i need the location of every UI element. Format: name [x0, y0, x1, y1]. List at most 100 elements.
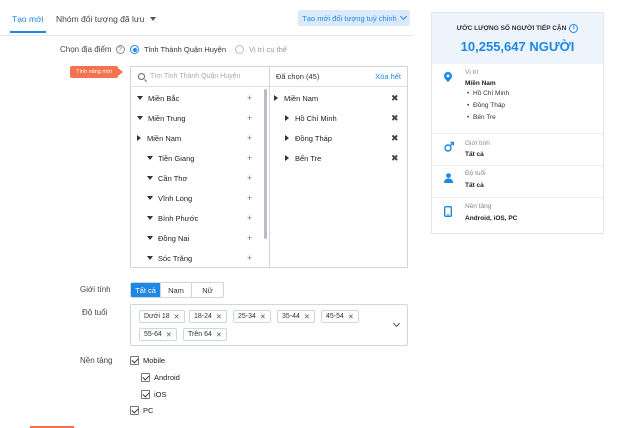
caret-down-icon: [147, 256, 153, 260]
add-icon[interactable]: +: [247, 93, 252, 103]
selected-item-label: Bến Tre: [295, 153, 322, 163]
remove-icon[interactable]: ✖: [391, 153, 399, 164]
add-icon[interactable]: +: [247, 173, 252, 183]
caret-down-icon: [147, 216, 153, 220]
add-icon[interactable]: +: [247, 113, 252, 123]
create-custom-audience-button[interactable]: Tạo mới đối tượng tuỳ chỉnh: [298, 10, 410, 26]
help-icon[interactable]: ?: [115, 45, 125, 55]
clear-all-link[interactable]: Xóa hết: [375, 72, 401, 81]
age-label: Độ tuổi: [82, 308, 108, 317]
add-icon[interactable]: +: [247, 213, 252, 223]
age-chip-label: 55-64: [144, 331, 162, 338]
caret-down-icon: [137, 116, 143, 120]
checkbox-pc[interactable]: PC: [130, 406, 153, 415]
gender-option-all[interactable]: Tất cả: [131, 283, 161, 297]
add-icon[interactable]: +: [247, 233, 252, 243]
age-chip: 18-24 ✕: [189, 310, 227, 323]
close-icon[interactable]: ✕: [166, 331, 172, 339]
checkbox-checked-icon: [130, 356, 139, 365]
tree-item[interactable]: Miền Nam: [137, 128, 181, 148]
checkbox-mobile-label: Mobile: [143, 356, 166, 365]
selected-header: Đã chọn (45) Xóa hết: [270, 67, 407, 87]
tree-item[interactable]: Bình Phước: [147, 208, 198, 228]
selected-item[interactable]: Hồ Chí Minh: [285, 108, 337, 128]
gender-option-female[interactable]: Nữ: [192, 283, 223, 297]
checkbox-ios[interactable]: iOS: [141, 390, 167, 399]
age-chip-label: 18-24: [194, 313, 212, 320]
summary-location-value: Miền Nam: [465, 80, 496, 87]
mobile-device-icon: [444, 206, 452, 217]
radio-exact-location[interactable]: Vị trí cụ thể: [235, 45, 287, 54]
summary-gender-value: Tất cả: [465, 151, 484, 158]
reach-title-row: ƯỚC LƯỢNG SỐ NGƯỜI TIẾP CẬN i: [457, 24, 579, 33]
checkbox-checked-icon: [130, 406, 139, 415]
selected-count: Đã chọn (45): [276, 72, 320, 81]
info-icon[interactable]: i: [569, 24, 579, 33]
age-chip: 25-34 ✕: [233, 310, 271, 323]
divider: [432, 197, 603, 198]
age-chip-label: Trên 64: [188, 331, 212, 338]
tab-new[interactable]: Tạo mới: [10, 14, 46, 33]
caret-down-icon: [147, 156, 153, 160]
location-search[interactable]: Tìm Tỉnh Thành Quận Huyện: [131, 67, 269, 87]
tab-saved-groups[interactable]: Nhóm đối tượng đã lưu: [56, 14, 157, 24]
selected-item[interactable]: Đồng Tháp: [285, 128, 332, 148]
age-chip-label: 25-34: [238, 313, 256, 320]
caret-down-icon: [137, 96, 143, 100]
add-icon[interactable]: +: [247, 153, 252, 163]
tree-item-label: Tiền Giang: [158, 153, 195, 163]
tree-item[interactable]: Tiền Giang: [147, 148, 194, 168]
divider: [432, 165, 603, 166]
remove-icon[interactable]: ✖: [391, 93, 399, 104]
chevron-down-icon: [399, 12, 407, 21]
tree-item[interactable]: Miền Trung: [137, 108, 186, 128]
checkbox-checked-icon: [141, 390, 150, 399]
add-icon[interactable]: +: [247, 253, 252, 263]
close-icon[interactable]: ✕: [216, 331, 222, 339]
checkbox-pc-label: PC: [143, 406, 154, 415]
gender-option-male[interactable]: Nam: [161, 283, 192, 297]
summary-location-label: Vị trí: [465, 69, 479, 76]
close-icon[interactable]: ✕: [304, 313, 310, 321]
summary-gender-label: Giới tính: [465, 140, 490, 147]
checkbox-ios-label: iOS: [154, 390, 167, 399]
search-icon: [138, 73, 145, 80]
remove-icon[interactable]: ✖: [391, 113, 399, 124]
selected-item[interactable]: Bến Tre: [285, 148, 321, 168]
close-icon[interactable]: ✕: [348, 313, 354, 321]
close-icon[interactable]: ✕: [260, 313, 266, 321]
add-icon[interactable]: +: [247, 193, 252, 203]
reach-value: 10,255,647 NGƯỜI: [460, 39, 575, 54]
tree-item[interactable]: Cần Thơ: [147, 168, 187, 188]
location-search-placeholder: Tìm Tỉnh Thành Quận Huyện: [150, 73, 241, 80]
chevron-down-icon[interactable]: [392, 319, 401, 328]
caret-down-icon: [147, 196, 153, 200]
tree-item-label: Vĩnh Long: [158, 193, 193, 203]
summary-platform-value: Android, iOS, PC: [465, 215, 518, 222]
tree-item[interactable]: Miền Bắc: [137, 88, 179, 108]
create-custom-label: Tạo mới đối tượng tuỳ chỉnh: [302, 13, 397, 23]
tree-item-label: Miền Nam: [147, 133, 182, 143]
selected-item[interactable]: Miền Nam: [274, 88, 318, 108]
add-icon[interactable]: +: [247, 133, 252, 143]
checkbox-android[interactable]: Android: [141, 373, 180, 382]
location-label: Chọn địa điểm: [60, 45, 112, 54]
radio-province[interactable]: Tỉnh Thành Quận Huyện: [130, 45, 226, 54]
summary-location-item: Bến Tre: [467, 114, 496, 121]
location-tree-panel: Tìm Tỉnh Thành Quận Huyện Miền Bắc + Miề…: [131, 67, 270, 267]
tree-item-label: Bình Phước: [158, 213, 199, 223]
radio-exact-label: Vị trí cụ thể: [249, 45, 287, 54]
remove-icon[interactable]: ✖: [391, 133, 399, 144]
location-pin-icon: [444, 72, 452, 82]
tree-item[interactable]: Sóc Trăng: [147, 248, 192, 268]
checkbox-mobile[interactable]: Mobile: [130, 356, 165, 365]
close-icon[interactable]: ✕: [216, 313, 222, 321]
close-icon[interactable]: ✕: [174, 313, 180, 321]
tree-scrollbar[interactable]: [264, 89, 267, 239]
tree-item[interactable]: Vĩnh Long: [147, 188, 192, 208]
user-icon: [444, 173, 453, 183]
radio-province-label: Tỉnh Thành Quận Huyện: [144, 45, 226, 54]
tree-item[interactable]: Đồng Nai: [147, 228, 189, 248]
gender-segmented-control: Tất cả Nam Nữ: [130, 282, 224, 298]
age-multiselect[interactable]: Dưới 18 ✕ 18-24 ✕ 25-34 ✕ 35-44 ✕ 45-54 ✕ 55-…: [130, 304, 408, 346]
